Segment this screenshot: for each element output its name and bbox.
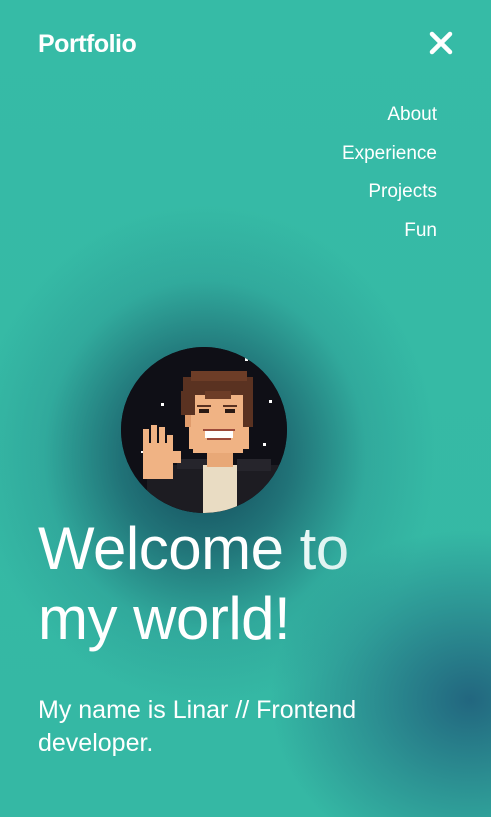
hero-headline: Welcome to my world!	[38, 514, 478, 654]
main-menu: About Experience Projects Fun	[342, 104, 437, 258]
nav-item-projects[interactable]: Projects	[368, 181, 437, 203]
avatar	[121, 347, 287, 513]
site-logo[interactable]: Portfolio	[38, 30, 137, 59]
nav-item-fun[interactable]: Fun	[404, 220, 437, 242]
headline-line-2: my world!	[38, 585, 291, 652]
nav-item-about[interactable]: About	[387, 104, 437, 126]
close-icon	[429, 31, 453, 55]
nav-item-experience[interactable]: Experience	[342, 143, 437, 165]
headline-line-1: Welcome to	[38, 515, 349, 582]
close-menu-button[interactable]	[426, 28, 456, 58]
hero-subtitle: My name is Linar // Frontend developer.	[38, 696, 357, 757]
waving-person-icon	[121, 347, 287, 513]
